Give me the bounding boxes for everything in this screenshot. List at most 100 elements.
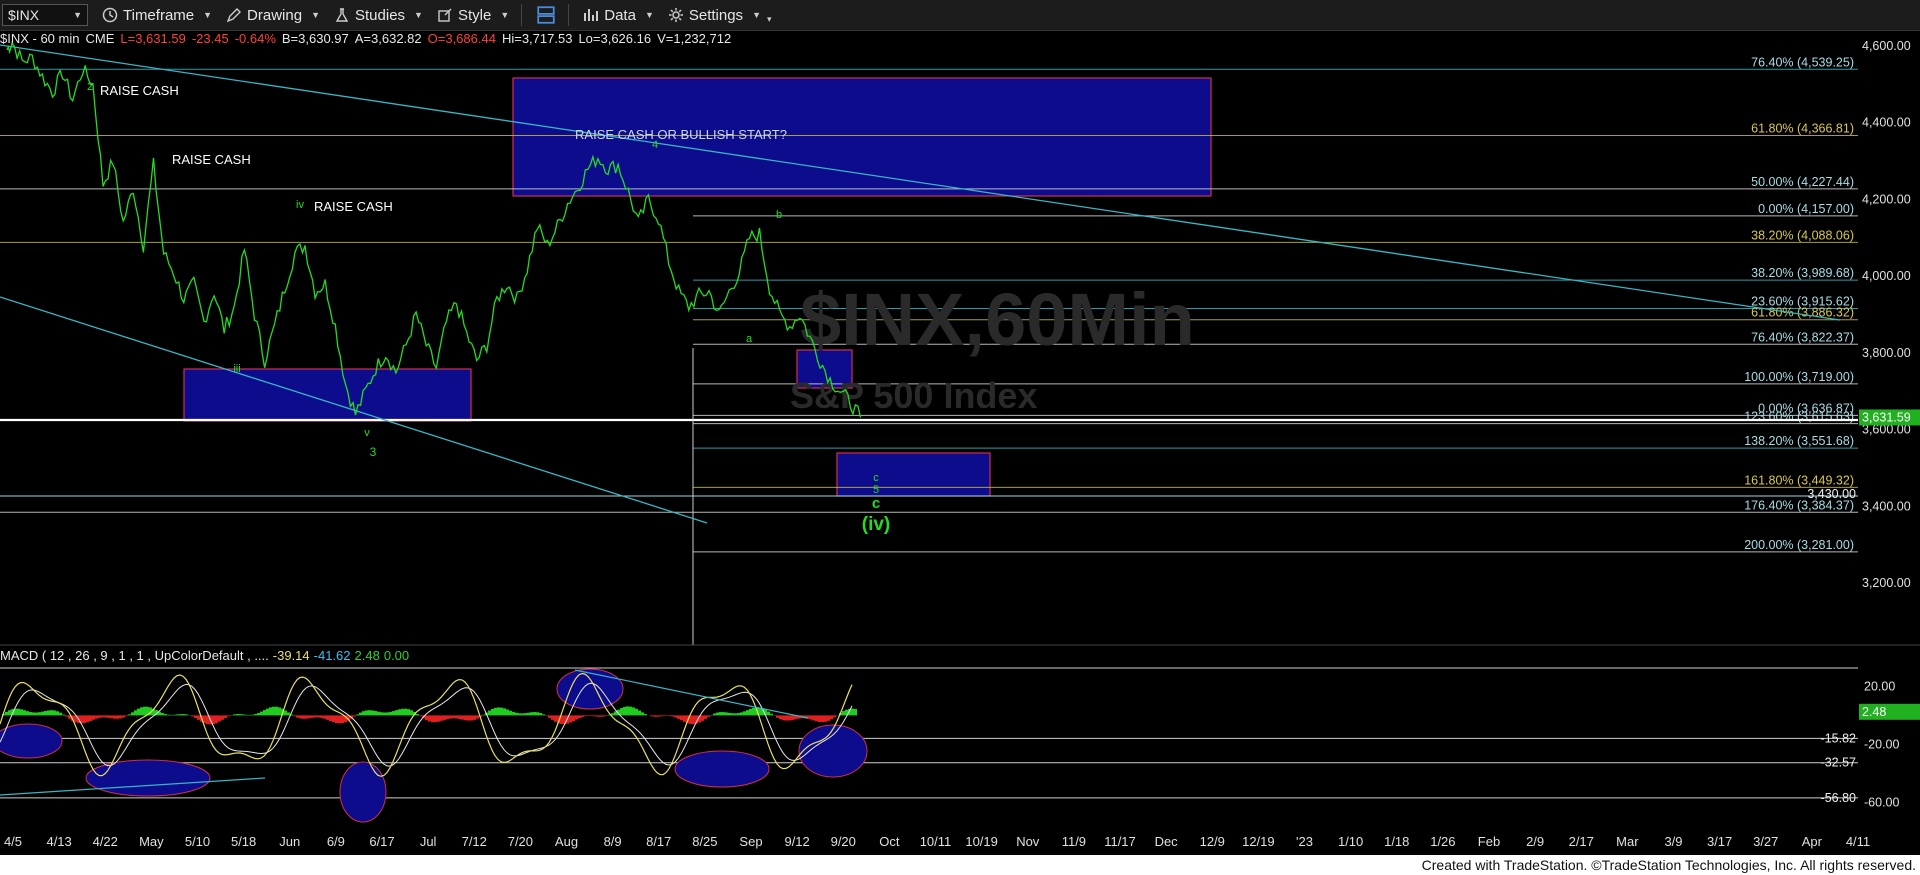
macd-histogram-bar <box>791 715 794 720</box>
price-tick: 3,800.00 <box>1862 346 1911 360</box>
studies-label: Studies <box>355 6 406 24</box>
macd-histogram-bar <box>308 715 311 719</box>
macd-histogram-bar <box>752 707 755 716</box>
macd-histogram-bar <box>365 710 368 716</box>
macd-tick: 20.00 <box>1864 679 1895 693</box>
time-axis: 4/5 4/13 4/22 May 5/10 5/18 Jun 6/9 6/17 Jul 7/12 7… <box>0 827 1920 855</box>
macd-histogram-bar <box>383 712 386 716</box>
macd-histogram-bar <box>680 715 683 721</box>
macd-histogram-bar <box>332 715 335 723</box>
price-tick: 3,200.00 <box>1862 576 1911 590</box>
macd-histogram-bar <box>551 715 554 720</box>
fib-label: 38.20% (4,088.06) <box>1751 228 1854 242</box>
macd-histogram-bar <box>641 712 644 716</box>
macd-histogram-bar <box>521 713 524 716</box>
macd-histogram-bar <box>785 715 788 721</box>
macd-tick: -20.00 <box>1864 737 1899 751</box>
time-tick: 3/17 <box>1707 834 1732 849</box>
time-tick: 6/17 <box>369 834 394 849</box>
macd-histogram-bar <box>62 714 65 716</box>
raise-cash-label: RAISE CASH <box>314 199 393 214</box>
macd-histogram-bar <box>554 715 557 722</box>
macd-histogram-bar <box>491 708 494 716</box>
macd-histogram-bar <box>326 715 329 720</box>
macd-histogram-bar <box>95 715 98 719</box>
macd-histogram-bar <box>47 710 50 716</box>
wave-label: c <box>873 472 879 484</box>
macd-histogram-bar <box>170 714 173 716</box>
time-tick: 4/13 <box>46 834 71 849</box>
macd-histogram-bar <box>590 715 593 716</box>
macd-histogram-bar <box>431 715 434 723</box>
macd-histogram-bar <box>323 715 326 719</box>
data-button[interactable]: Data ▼ <box>583 7 654 24</box>
macd-histogram-bar <box>644 714 647 716</box>
target-box-4 <box>836 452 991 497</box>
chevron-down-icon: ▼ <box>73 10 82 20</box>
symbol-selector[interactable]: $INX ▼ <box>2 4 88 26</box>
macd-histogram-bar <box>518 713 521 716</box>
macd-histogram-bar <box>767 711 770 716</box>
macd-histogram-bar <box>173 714 176 716</box>
macd-histogram-bar <box>581 715 584 717</box>
macd-histogram-bar <box>197 715 200 720</box>
wave-label: a <box>746 333 753 345</box>
macd-highlight-ellipse <box>556 668 624 710</box>
time-tick: Apr <box>1802 834 1823 849</box>
chevron-down-icon: ▼ <box>203 10 213 20</box>
time-tick: 4/22 <box>93 834 118 849</box>
macd-histogram-bar <box>407 709 410 716</box>
macd-histogram-bar <box>593 715 596 717</box>
price-tick: 4,000.00 <box>1862 269 1911 283</box>
macd-histogram-bar <box>731 713 734 716</box>
macd-histogram-bar <box>455 715 458 719</box>
fib-label: 200.00% (3,281.00) <box>1744 538 1854 552</box>
pct-change: -0.64% <box>234 31 276 46</box>
wave-label: 2 <box>87 81 93 93</box>
macd-histogram-bar <box>656 715 659 717</box>
style-button[interactable]: Style ▼ <box>437 7 509 24</box>
macd-histogram-bar <box>269 707 272 716</box>
macd-histogram-bar <box>452 715 455 719</box>
macd-info-bar: MACD ( 12 , 26 , 9 , 1 , 1 , UpColorDefa… <box>0 648 413 663</box>
macd-histogram-bar <box>131 712 134 716</box>
macd-histogram-bar <box>113 715 116 719</box>
studies-button[interactable]: Studies ▼ <box>334 7 423 24</box>
macd-histogram-bar <box>716 712 719 716</box>
macd-histogram-bar <box>98 715 101 718</box>
chevron-down-icon: ▼ <box>414 10 423 20</box>
drawing-button[interactable]: Drawing ▼ <box>226 7 320 24</box>
macd-histogram-bar <box>380 712 383 716</box>
time-tick: 12/9 <box>1200 834 1225 849</box>
macd-histogram-bar <box>86 715 89 723</box>
time-tick: 3/9 <box>1664 834 1682 849</box>
settings-button[interactable]: Settings ▼ <box>668 7 761 24</box>
macd-histogram-bar <box>212 715 215 725</box>
flask-icon <box>335 8 349 22</box>
macd-histogram-bar <box>125 715 128 717</box>
time-tick: 10/11 <box>920 834 952 849</box>
pencil-icon <box>226 8 242 23</box>
macd-histogram-bar <box>293 715 296 717</box>
macd-histogram-bar <box>128 714 131 716</box>
time-tick: 8/25 <box>692 834 717 849</box>
macd-histogram-bar <box>749 708 752 716</box>
chevron-down-icon: ▼ <box>311 10 320 20</box>
macd-histogram-bar <box>494 707 497 716</box>
timeframe-button[interactable]: Timeframe ▼ <box>102 7 212 24</box>
macd-histogram-bar <box>533 712 536 716</box>
overflow-chevron-icon[interactable]: ▾ <box>767 14 772 25</box>
macd-histogram-bar <box>176 714 179 716</box>
macd-histogram-bar <box>137 708 140 716</box>
time-tick: Mar <box>1616 834 1639 849</box>
low: Lo=3,626.16 <box>578 31 652 46</box>
macd-histogram-bar <box>29 711 32 716</box>
macd-histogram-bar <box>218 715 221 722</box>
macd-histogram-bar <box>587 715 590 716</box>
macd-histogram-bar <box>851 708 854 716</box>
price-chart[interactable]: 76.40% (4,539.25) 61.80% (4,366.81) 50.00%… <box>0 0 1920 875</box>
layout-button[interactable] <box>536 5 556 25</box>
macd-histogram-bar <box>626 706 629 716</box>
macd-histogram-bar <box>266 708 269 716</box>
macd-histogram-bar <box>140 707 143 716</box>
